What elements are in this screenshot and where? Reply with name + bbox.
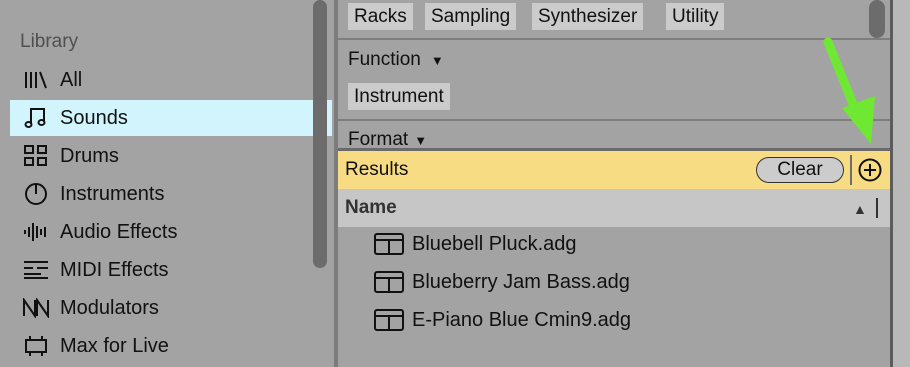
- rack-preset-icon: [374, 271, 404, 293]
- filter-scrollbar[interactable]: [869, 0, 885, 38]
- sidebar-item-midi-effects[interactable]: MIDI Effects: [10, 252, 332, 288]
- sidebar-item-modulators[interactable]: Modulators: [10, 290, 332, 326]
- modulator-icon: [22, 296, 50, 320]
- divider: [850, 155, 852, 185]
- sidebar-item-label: MIDI Effects: [60, 258, 169, 281]
- list-item[interactable]: Bluebell Pluck.adg: [374, 229, 577, 259]
- music-note-icon: [22, 106, 50, 130]
- audio-waveform-icon: [22, 220, 50, 244]
- tag-utility[interactable]: Utility: [666, 3, 725, 30]
- instrument-gauge-icon: [22, 182, 50, 206]
- sidebar-item-sounds[interactable]: Sounds: [10, 100, 332, 136]
- function-filter-toggle[interactable]: Function ▼: [348, 49, 444, 71]
- adjacent-panel: [893, 0, 910, 367]
- sidebar-item-label: Sounds: [60, 106, 128, 129]
- results-label: Results: [345, 159, 409, 180]
- library-sidebar: Library All Sounds Drums Instruments Aud…: [0, 0, 334, 367]
- filter-separator: [338, 119, 890, 121]
- caret-down-icon: ▼: [414, 132, 428, 148]
- clear-button[interactable]: Clear: [756, 157, 844, 183]
- caret-down-icon: ▼: [430, 52, 444, 68]
- sidebar-item-label: Modulators: [60, 296, 159, 319]
- sidebar-item-label: All: [60, 68, 83, 91]
- file-name: Blueberry Jam Bass.adg: [412, 270, 630, 293]
- sidebar-item-instruments[interactable]: Instruments: [10, 176, 332, 212]
- all-icon: [22, 68, 50, 92]
- sidebar-item-max-for-live[interactable]: Max for Live: [10, 328, 332, 364]
- file-name: Bluebell Pluck.adg: [412, 232, 577, 255]
- rack-preset-icon: [374, 233, 404, 255]
- tag-synthesizer[interactable]: Synthesizer: [532, 3, 644, 30]
- list-item[interactable]: E-Piano Blue Cmin9.adg: [374, 305, 631, 335]
- sidebar-item-all[interactable]: All: [10, 62, 332, 98]
- function-filter-title: Function: [348, 49, 421, 70]
- midi-effects-icon: [22, 258, 50, 282]
- sidebar-item-label: Drums: [60, 144, 119, 167]
- sidebar-item-audio-effects[interactable]: Audio Effects: [10, 214, 332, 250]
- max-for-live-icon: [22, 334, 50, 358]
- column-resize-handle[interactable]: [876, 198, 878, 218]
- tag-sampling[interactable]: Sampling: [425, 3, 517, 30]
- tag-instrument[interactable]: Instrument: [348, 83, 450, 110]
- name-column-label: Name: [345, 197, 397, 218]
- results-bar: Results Clear: [338, 151, 890, 189]
- library-heading: Library: [20, 31, 79, 52]
- filter-separator: [338, 38, 890, 40]
- add-circle-icon[interactable]: [858, 158, 882, 182]
- file-name: E-Piano Blue Cmin9.adg: [412, 308, 632, 331]
- tag-racks[interactable]: Racks: [348, 3, 413, 30]
- sort-ascending-icon[interactable]: ▲: [853, 201, 867, 217]
- sidebar-scrollbar[interactable]: [313, 0, 327, 268]
- sidebar-item-label: Instruments: [60, 182, 165, 205]
- name-column-header[interactable]: Name ▲: [338, 189, 890, 227]
- annotation-arrow-icon: [823, 37, 875, 144]
- list-item[interactable]: Blueberry Jam Bass.adg: [374, 267, 630, 297]
- drums-grid-icon: [22, 144, 50, 168]
- sidebar-item-label: Audio Effects: [60, 220, 178, 243]
- rack-preset-icon: [374, 309, 404, 331]
- sidebar-item-label: Max for Live: [60, 334, 169, 357]
- sidebar-item-drums[interactable]: Drums: [10, 138, 332, 174]
